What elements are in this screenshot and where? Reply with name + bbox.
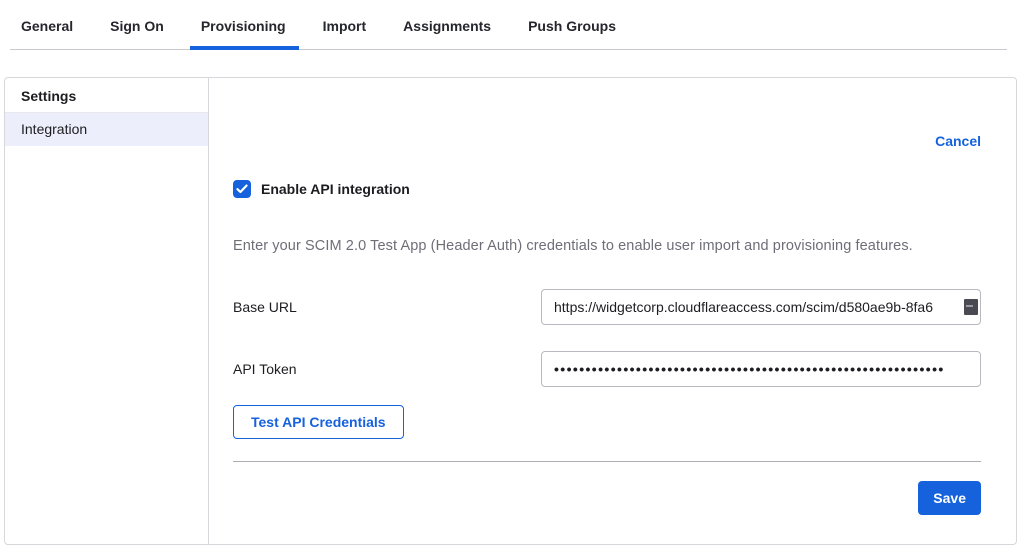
enable-api-integration-checkbox[interactable] xyxy=(233,180,251,198)
cancel-link[interactable]: Cancel xyxy=(935,133,981,149)
enable-api-integration-label: Enable API integration xyxy=(261,181,410,197)
sidebar-heading: Settings xyxy=(5,78,208,113)
checkmark-icon xyxy=(236,184,248,194)
tab-import[interactable]: Import xyxy=(323,18,367,49)
api-token-input[interactable] xyxy=(541,351,981,387)
sidebar-item-integration[interactable]: Integration xyxy=(5,113,208,146)
tab-sign-on[interactable]: Sign On xyxy=(110,18,164,49)
provisioning-panel: Settings Integration Cancel Enable API i… xyxy=(4,77,1017,545)
api-token-label: API Token xyxy=(233,361,541,377)
tab-general[interactable]: General xyxy=(21,18,73,49)
text-cursor-block-icon xyxy=(964,299,978,315)
test-api-credentials-button[interactable]: Test API Credentials xyxy=(233,405,404,439)
base-url-field-row: Base URL xyxy=(233,289,981,325)
api-token-field-row: API Token xyxy=(233,351,981,387)
app-tab-bar: General Sign On Provisioning Import Assi… xyxy=(10,0,1007,50)
base-url-label: Base URL xyxy=(233,299,541,315)
tab-provisioning[interactable]: Provisioning xyxy=(201,18,286,49)
settings-sidebar: Settings Integration xyxy=(5,78,209,544)
credentials-description: Enter your SCIM 2.0 Test App (Header Aut… xyxy=(233,238,981,254)
save-button[interactable]: Save xyxy=(918,481,981,515)
footer-divider xyxy=(233,461,981,462)
tab-push-groups[interactable]: Push Groups xyxy=(528,18,616,49)
integration-form: Cancel Enable API integration Enter your… xyxy=(209,78,1016,544)
base-url-input[interactable] xyxy=(541,289,981,325)
tab-assignments[interactable]: Assignments xyxy=(403,18,491,49)
